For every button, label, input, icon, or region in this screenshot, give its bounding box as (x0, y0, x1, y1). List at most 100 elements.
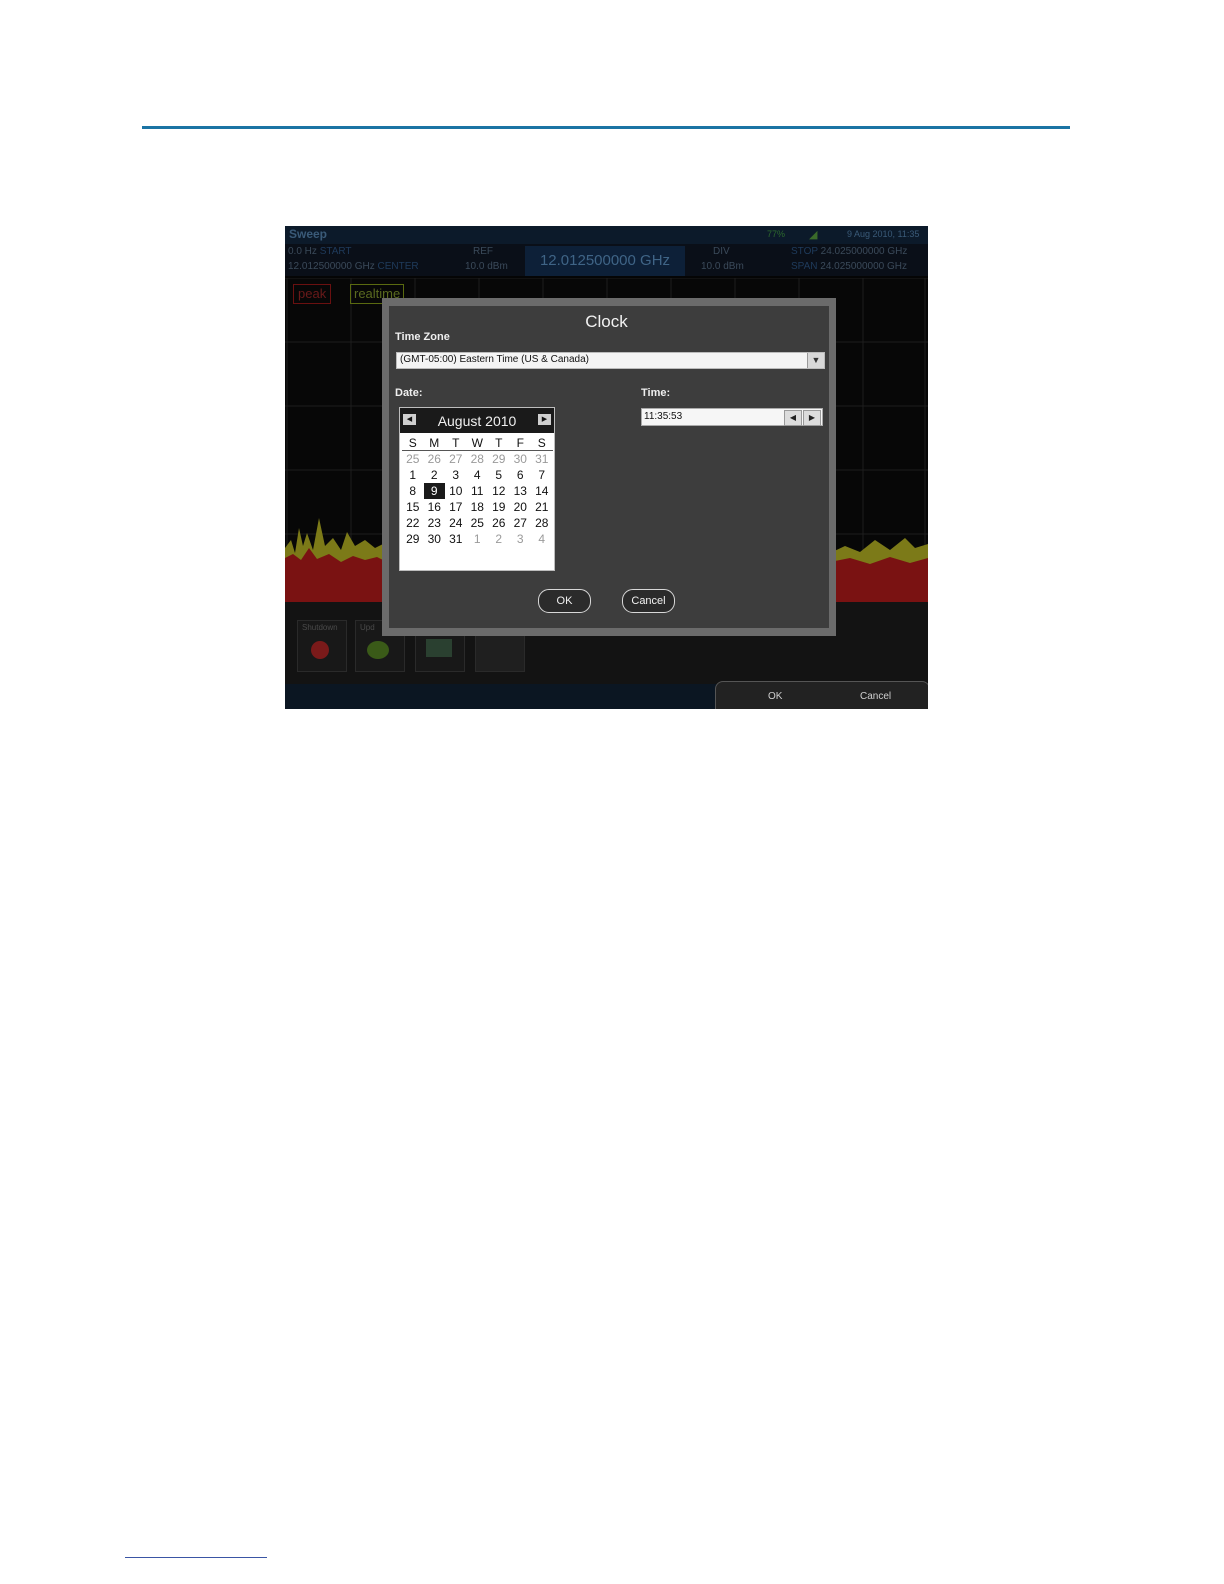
calendar-day[interactable]: 30 (424, 531, 446, 547)
calendar-day[interactable]: 31 (531, 451, 553, 468)
start-value: 0.0 Hz (288, 246, 317, 257)
calendar-week: 25 26 27 28 29 30 31 (402, 451, 553, 468)
trace-red-right (830, 557, 928, 602)
calendar-day[interactable]: 28 (531, 515, 553, 531)
settings-icon (426, 639, 452, 657)
weekday-header: S (531, 435, 553, 451)
calendar-grid: SMTWTFS 25 26 27 28 29 30 31 1 2 3 4 5 6 7 8 9 10 11 12 13 1… (402, 435, 553, 547)
corner-button-bar: OK Cancel (715, 681, 928, 709)
stop-label: STOP (791, 246, 818, 257)
center-param[interactable]: 12.012500000 GHz CENTER (288, 261, 419, 272)
calendar-day[interactable]: 8 (402, 483, 424, 499)
center-label: CENTER (377, 261, 419, 272)
calendar-month: August 2010 (437, 413, 517, 429)
datetime-display: 9 Aug 2010, 11:35 (847, 229, 920, 239)
calendar-day[interactable]: 30 (510, 451, 532, 468)
calendar-day[interactable]: 31 (445, 531, 467, 547)
weekday-header: F (509, 435, 531, 451)
weekday-header: W (466, 435, 488, 451)
ok-button[interactable]: OK (538, 589, 591, 613)
calendar-week: 8 9 10 11 12 13 14 (402, 483, 553, 499)
calendar-day[interactable]: 28 (467, 451, 489, 468)
calendar-day[interactable]: 15 (402, 499, 424, 515)
ref-value[interactable]: 10.0 dBm (465, 261, 508, 272)
calendar-day[interactable]: 6 (510, 467, 532, 483)
calendar-day[interactable]: 25 (402, 451, 424, 468)
battery-indicator: 77% (767, 229, 786, 239)
next-month-button[interactable]: ▶ (538, 414, 551, 425)
calendar-day[interactable]: 22 (402, 515, 424, 531)
calendar-day[interactable]: 5 (488, 467, 510, 483)
shutdown-tile[interactable]: Shutdown (297, 620, 347, 672)
footer-rule (125, 1557, 267, 1558)
calendar-day[interactable]: 19 (488, 499, 510, 515)
corner-ok-button[interactable]: OK (768, 691, 782, 702)
signal-icon: ◢ (809, 229, 818, 241)
timezone-select[interactable]: (GMT-05:00) Eastern Time (US & Canada) ▼ (396, 352, 825, 369)
calendar-day[interactable]: 18 (467, 499, 489, 515)
calendar-day[interactable]: 21 (531, 499, 553, 515)
calendar-day[interactable]: 17 (445, 499, 467, 515)
calendar-day[interactable]: 29 (488, 451, 510, 468)
dialog-title: Clock (585, 312, 628, 331)
span-param[interactable]: SPAN 24.025000000 GHz (791, 261, 907, 272)
div-value[interactable]: 10.0 dBm (701, 261, 744, 272)
weekday-header: T (488, 435, 510, 451)
calendar-header: ◀ August 2010 ▶ (400, 408, 554, 433)
title-bar: Sweep 77% ◢ 9 Aug 2010, 11:35 (285, 226, 928, 244)
calendar-day[interactable]: 13 (510, 483, 532, 499)
start-param[interactable]: 0.0 Hz START (288, 246, 352, 257)
calendar-day[interactable]: 1 (467, 531, 489, 547)
calendar-day[interactable]: 3 (445, 467, 467, 483)
calendar-day[interactable]: 26 (488, 515, 510, 531)
calendar-day[interactable]: 2 (424, 467, 446, 483)
time-label: Time: (641, 387, 671, 399)
calendar-day[interactable]: 27 (445, 451, 467, 468)
date-label: Date: (395, 387, 423, 399)
time-field[interactable]: 11:35:53 ◀ ▶ (641, 408, 823, 426)
center-frequency-display[interactable]: 12.012500000 GHz (525, 246, 685, 276)
center-value: 12.012500000 GHz (288, 261, 375, 272)
span-label: SPAN (791, 261, 818, 272)
cancel-button[interactable]: Cancel (622, 589, 675, 613)
div-label: DIV (713, 246, 730, 257)
ref-label: REF (473, 246, 493, 257)
timezone-label: Time Zone (395, 331, 450, 343)
calendar-day[interactable]: 23 (424, 515, 446, 531)
calendar-day[interactable]: 27 (510, 515, 532, 531)
calendar-week: 15 16 17 18 19 20 21 (402, 499, 553, 515)
calendar-day[interactable]: 24 (445, 515, 467, 531)
span-value: 24.025000000 GHz (820, 261, 908, 272)
calendar-day[interactable]: 3 (510, 531, 532, 547)
calendar-day[interactable]: 25 (467, 515, 489, 531)
calendar-day[interactable]: 10 (445, 483, 467, 499)
calendar-week: 22 23 24 25 26 27 28 (402, 515, 553, 531)
calendar-day[interactable]: 1 (402, 467, 424, 483)
calendar-day[interactable]: 12 (488, 483, 510, 499)
peak-tag[interactable]: peak (293, 284, 332, 304)
calendar-day[interactable]: 26 (424, 451, 446, 468)
calendar-day[interactable]: 16 (424, 499, 446, 515)
dropdown-arrow-icon[interactable]: ▼ (807, 353, 824, 368)
calendar-day[interactable]: 29 (402, 531, 424, 547)
time-decrement-button[interactable]: ◀ (784, 410, 802, 426)
start-label: START (319, 246, 352, 257)
calendar-day[interactable]: 7 (531, 467, 553, 483)
header-rule (142, 126, 1070, 129)
time-increment-button[interactable]: ▶ (803, 410, 821, 426)
calendar-week: 29 30 31 1 2 3 4 (402, 531, 553, 547)
corner-cancel-button[interactable]: Cancel (860, 691, 891, 702)
weekday-header: S (402, 435, 424, 451)
calendar-day[interactable]: 14 (531, 483, 553, 499)
calendar-day[interactable]: 9 (423, 483, 445, 499)
calendar-day[interactable]: 11 (467, 483, 489, 499)
stop-param[interactable]: STOP 24.025000000 GHz (791, 246, 907, 257)
calendar-day[interactable]: 20 (510, 499, 532, 515)
calendar-week: 1234567 (402, 467, 553, 483)
power-icon (311, 641, 329, 659)
mode-title: Sweep (289, 227, 328, 241)
calendar-day[interactable]: 2 (488, 531, 510, 547)
calendar-day[interactable]: 4 (531, 531, 553, 547)
weekday-header: T (445, 435, 467, 451)
calendar-day[interactable]: 4 (467, 467, 489, 483)
